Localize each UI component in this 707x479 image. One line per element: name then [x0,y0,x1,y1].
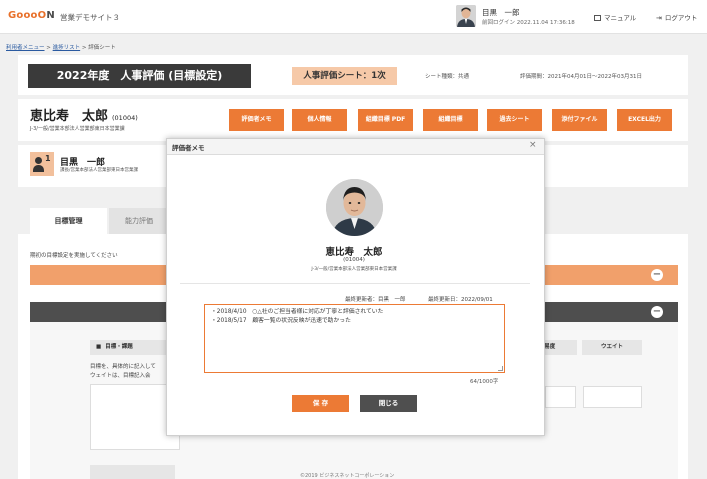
page-title: 2022年度 人事評価 (目標設定) [28,64,251,88]
save-button[interactable]: 保 存 [292,395,349,412]
char-counter: 64/1000字 [470,379,499,385]
excel-export-button[interactable]: EXCEL出力 [617,109,672,131]
tab-ability-evaluation[interactable]: 能力評価 [109,208,169,234]
footer-copyright: ©2019 ビジネスネットコーポレーション [300,473,395,479]
collapse-icon[interactable]: − [651,306,663,318]
memo-line: ・2018/4/10 ○△社のご担当者様に対応が丁寧と評価されていた [211,309,384,315]
last-updated: 最終更新日：2022/09/01 [428,297,493,303]
book-icon [594,15,601,21]
employee-id: (01004) [112,114,138,122]
employee-name: 恵比寿 太郎 (01004) [30,109,138,124]
employee-dept: J-3/一般/営業本部法人営業部東日本営業課 [30,126,125,132]
memo-textarea[interactable]: ・2018/4/10 ○△社のご担当者様に対応が丁寧と評価されていた ・2018… [204,304,505,373]
app-logo[interactable]: GoooON [8,10,55,21]
collapse-icon[interactable]: − [651,269,663,281]
notice-text: 期初の目標設定を実施してください [30,253,118,259]
last-login: 前回ログイン 2022.11.04 17:36:18 [482,20,575,26]
personal-info-button[interactable]: 個人情報 [292,109,347,131]
breadcrumb-item-current: 評価シート [88,45,116,51]
tab-goal-management[interactable]: 目標管理 [30,208,107,234]
org-goals-button[interactable]: 組織目標 [423,109,478,131]
logout-icon: ⇥ [656,14,662,22]
evaluator-rank: 1 [45,154,51,163]
evaluator-dept: 課長/営業本部法人営業部東日本営業課 [60,168,139,173]
goal-header: ■ 目標・課題 [90,340,175,355]
resize-handle-icon[interactable] [498,366,503,371]
attachment-button[interactable]: 添付ファイル [552,109,607,131]
evaluator-memo-button[interactable]: 評価者メモ [229,109,284,131]
breadcrumb-item-progress[interactable]: 進捗リスト [53,45,81,51]
site-name: 営業デモサイト３ [60,13,120,22]
breadcrumb-item-menu[interactable]: 利用者メニュー [6,45,45,51]
goal-description: 目標を、具体的に記入して ウェイトは、目標記入会 [90,364,156,379]
goal-header-next [90,465,175,479]
employee-photo [326,179,383,236]
past-sheet-button[interactable]: 過去シート [487,109,542,131]
memo-line: ・2018/5/17 顧客一覧の状況反映が迅速で助かった [211,318,351,324]
user-name: 目黒 一郎 [482,8,520,17]
sheet-label: 人事評価シート：1次 [292,67,397,85]
modal-title: 評価者メモ [172,144,205,152]
close-button[interactable]: 閉じる [360,395,417,412]
modal-employee-dept: J-3/一般/営業本部法人営業部東日本営業課 [311,267,397,272]
modal-header [167,139,544,155]
person-icon: ■ [96,344,102,350]
manual-link[interactable]: マニュアル [594,12,636,22]
user-avatar [456,5,476,27]
evaluator-person-icon: 1 [30,152,54,176]
org-goals-pdf-button[interactable]: 組織目標 PDF [358,109,413,131]
logout-link[interactable]: ⇥ ログアウト [656,12,697,22]
modal-employee-id: (01004) [343,257,365,263]
close-icon[interactable]: × [529,140,537,150]
col-weight: ウエイト [582,340,642,355]
evaluation-period: 評価期間：2021年04月01日～2022年03月31日 [520,74,642,80]
weight-input[interactable] [583,386,642,408]
breadcrumb: 利用者メニュー > 進捗リスト > 評価シート [6,45,116,51]
modal-employee-name: 恵比寿 太郎 [325,247,383,258]
modal-divider [180,283,530,284]
difficulty-input[interactable] [545,386,576,408]
last-updater: 最終更新者：目黒 一郎 [345,297,406,303]
sheet-kind: シート種類：共通 [425,74,470,80]
